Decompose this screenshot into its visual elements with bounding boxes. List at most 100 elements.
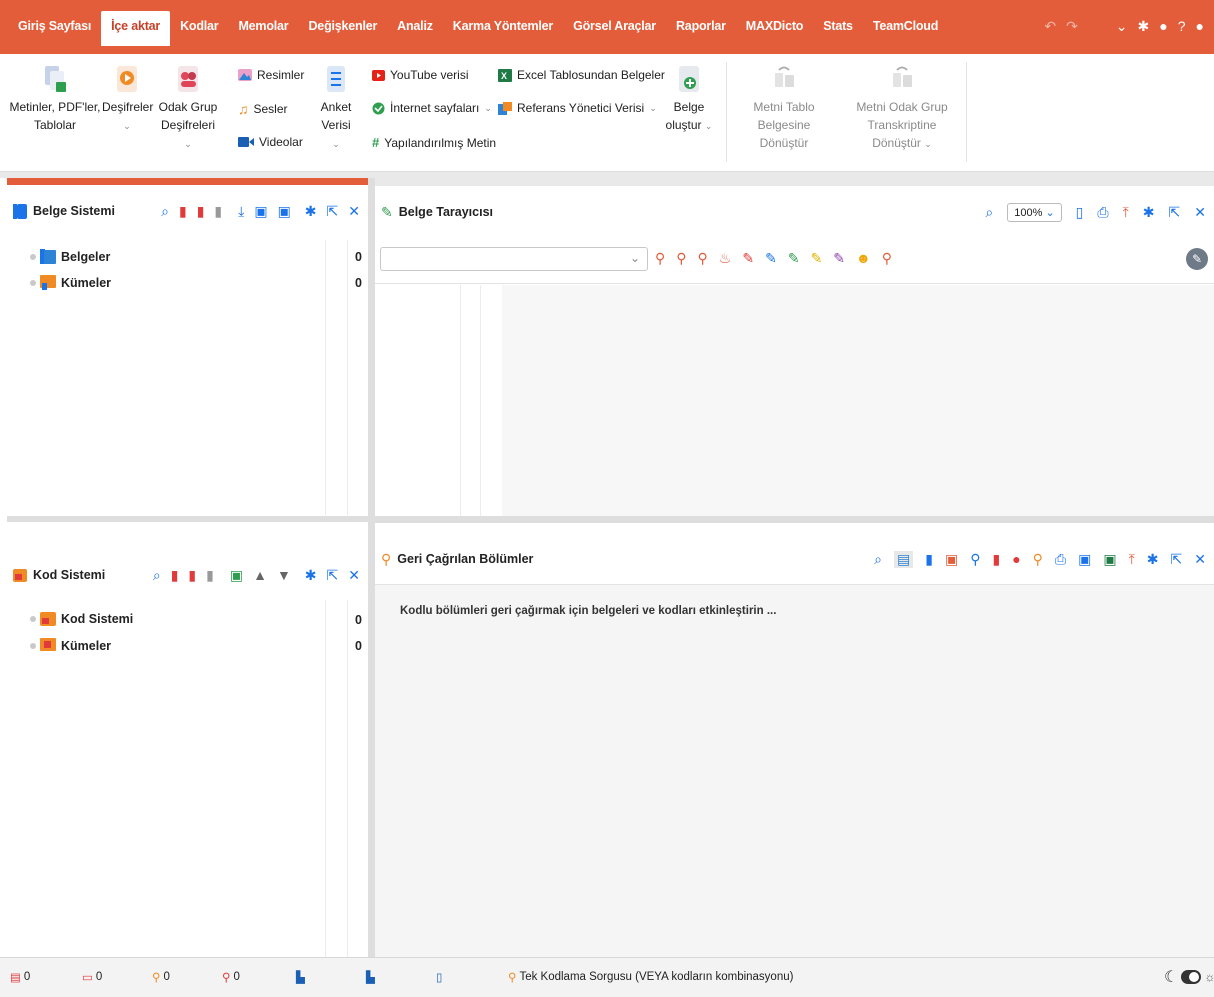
document-area[interactable] — [502, 285, 1214, 516]
add-code-icon[interactable]: ⚲ — [1033, 551, 1043, 568]
gear-icon[interactable]: ✱ — [1143, 204, 1155, 221]
unassign-icon[interactable]: ● — [1012, 551, 1020, 567]
move-down-icon[interactable]: ▼ — [277, 567, 291, 583]
highlighter-blue-icon[interactable]: ✎ — [765, 250, 777, 267]
code-with-icon[interactable]: ⚲ — [655, 250, 665, 267]
status-weight[interactable]: ▙ — [296, 970, 305, 984]
filter-icon[interactable]: ▮ — [206, 567, 214, 584]
close-icon[interactable]: ✕ — [1194, 204, 1206, 221]
expand-dot[interactable] — [30, 642, 36, 649]
tab-import[interactable]: İçe aktar — [101, 11, 171, 46]
expand-dot[interactable] — [30, 253, 36, 260]
tab-codes[interactable]: Kodlar — [170, 11, 228, 46]
left-horizontal-splitter[interactable] — [7, 516, 368, 546]
status-codes[interactable]: ▭ 0 — [82, 970, 102, 984]
emoticode-icon[interactable]: ♨ — [719, 250, 732, 267]
gear-icon[interactable]: ✱ — [305, 203, 317, 220]
import-excel-button[interactable]: X Excel Tablosundan Belgeler — [498, 68, 665, 82]
print-icon[interactable]: ⎙ — [1097, 204, 1108, 221]
tab-mixed-methods[interactable]: Karma Yöntemler — [443, 11, 563, 46]
print-icon[interactable]: ⎙ — [1055, 551, 1066, 568]
import-transcripts-button[interactable]: Deşifreler ⌄ — [102, 64, 153, 135]
activate-docs-icon[interactable]: ▮ — [179, 203, 187, 220]
overview-icon[interactable]: ▣ — [945, 551, 958, 568]
import-images-button[interactable]: Resimler — [238, 68, 304, 82]
filter-icon[interactable]: ▮ — [214, 203, 222, 220]
tab-teamcloud[interactable]: TeamCloud — [863, 11, 948, 46]
status-memos[interactable]: ⚲ 0 — [152, 970, 170, 984]
status-user[interactable]: ▙ — [366, 970, 375, 984]
import-icon[interactable]: ⤓ — [238, 203, 244, 220]
expand-dot[interactable] — [30, 279, 36, 286]
excel-export-icon[interactable]: ▣ — [1103, 551, 1116, 568]
undo-icon[interactable]: ↶ — [1044, 19, 1056, 33]
edit-mode-icon[interactable]: ✎ — [1186, 248, 1208, 270]
convert-to-table-document-button[interactable]: Metni Tablo Belgesine Dönüştür — [732, 64, 836, 152]
view-icon[interactable]: ▤ — [894, 550, 914, 568]
tab-memos[interactable]: Memolar — [228, 11, 298, 46]
split-view-icon[interactable]: ▯ — [1076, 204, 1084, 221]
create-document-button[interactable]: Belge oluştur ⌄ — [664, 64, 714, 135]
tab-visual-tools[interactable]: Görsel Araçlar — [563, 11, 666, 46]
import-reference-manager-button[interactable]: Referans Yönetici Verisi ⌄ — [498, 101, 657, 115]
code-system-item-root[interactable]: Kod Sistemi — [30, 612, 133, 626]
status-segments[interactable]: ⚲ 0 — [222, 970, 240, 984]
export-icon[interactable]: ⤒ — [1123, 204, 1129, 221]
highlighter-purple-icon[interactable]: ✎ — [833, 250, 845, 267]
new-code-icon[interactable]: ▣ — [230, 567, 243, 584]
close-icon[interactable]: ✕ — [348, 567, 360, 584]
code-in-vivo-icon[interactable]: ⚲ — [698, 250, 708, 267]
status-document[interactable]: ▯ — [436, 970, 442, 984]
tab-home[interactable]: Giriş Sayfası — [8, 11, 101, 46]
doc-system-item-documents[interactable]: Belgeler — [30, 249, 110, 264]
weight-icon[interactable]: ▮ — [992, 551, 1000, 568]
import-structured-text-button[interactable]: # Yapılandırılmış Metin — [372, 135, 496, 150]
redo-icon[interactable]: ↷ — [1066, 19, 1078, 33]
expand-dot[interactable] — [30, 616, 36, 622]
search-icon[interactable]: ⌕ — [153, 567, 161, 584]
tab-analysis[interactable]: Analiz — [387, 11, 443, 46]
import-web-button[interactable]: İnternet sayfaları ⌄ — [372, 101, 492, 115]
tab-maxdicto[interactable]: MAXDicto — [736, 11, 813, 46]
tab-stats[interactable]: Stats — [813, 11, 863, 46]
activate-codes-icon[interactable]: ▮ — [171, 567, 179, 584]
zoom-select[interactable]: 100% ⌄ — [1007, 202, 1062, 222]
import-survey-button[interactable]: Anket Verisi ⌄ — [316, 64, 356, 153]
theme-toggle[interactable]: ☾ ☼ — [1164, 967, 1214, 987]
user-icon[interactable]: ● — [1196, 19, 1204, 33]
undock-icon[interactable]: ⇱ — [1171, 551, 1183, 568]
comment-icon[interactable]: ▮ — [925, 551, 933, 568]
new-doc-icon[interactable]: ▣ — [254, 203, 267, 220]
undock-icon[interactable]: ⇱ — [327, 567, 339, 584]
smart-coding-icon[interactable]: ⚲ — [970, 551, 980, 568]
word-icon[interactable]: ▣ — [1078, 551, 1091, 568]
highlighter-yellow-icon[interactable]: ✎ — [811, 250, 823, 267]
search-icon[interactable]: ⌕ — [161, 203, 169, 220]
gear-icon[interactable]: ✱ — [1138, 19, 1150, 33]
code-select[interactable]: ⌄ — [380, 247, 648, 271]
doc-system-item-sets[interactable]: Kümeler — [30, 275, 111, 290]
status-query[interactable]: ⚲ Tek Kodlama Sorgusu (VEYA kodların kom… — [508, 970, 793, 984]
new-code-icon[interactable]: ⚲ — [676, 250, 686, 267]
search-icon[interactable]: ⌕ — [874, 551, 882, 568]
vertical-splitter[interactable] — [368, 178, 375, 957]
chevron-down-icon[interactable]: ⌄ — [1116, 19, 1128, 33]
code-system-item-sets[interactable]: Kümeler — [30, 638, 111, 653]
undock-icon[interactable]: ⇱ — [327, 203, 339, 220]
gear-icon[interactable]: ✱ — [1147, 551, 1159, 568]
right-horizontal-splitter[interactable] — [375, 516, 1214, 523]
close-icon[interactable]: ✕ — [1194, 551, 1206, 568]
gear-icon[interactable]: ✱ — [305, 567, 317, 584]
tab-variables[interactable]: Değişkenler — [298, 11, 387, 46]
emoji-icon[interactable]: ☻ — [856, 250, 871, 267]
deactivate-docs-icon[interactable]: ▮ — [197, 203, 205, 220]
move-up-icon[interactable]: ▲ — [253, 567, 267, 583]
import-focus-group-button[interactable]: Odak Grup Deşifreleri ⌄ — [158, 64, 218, 153]
import-texts-button[interactable]: Metinler, PDF'ler, Tablolar — [8, 64, 102, 134]
import-videos-button[interactable]: Videolar — [238, 135, 303, 149]
import-youtube-button[interactable]: YouTube verisi — [372, 68, 469, 82]
deactivate-codes-icon[interactable]: ▮ — [188, 567, 196, 584]
tab-reports[interactable]: Raporlar — [666, 11, 736, 46]
undock-icon[interactable]: ⇱ — [1169, 204, 1181, 221]
import-audio-button[interactable]: ♫ Sesler — [238, 101, 288, 117]
